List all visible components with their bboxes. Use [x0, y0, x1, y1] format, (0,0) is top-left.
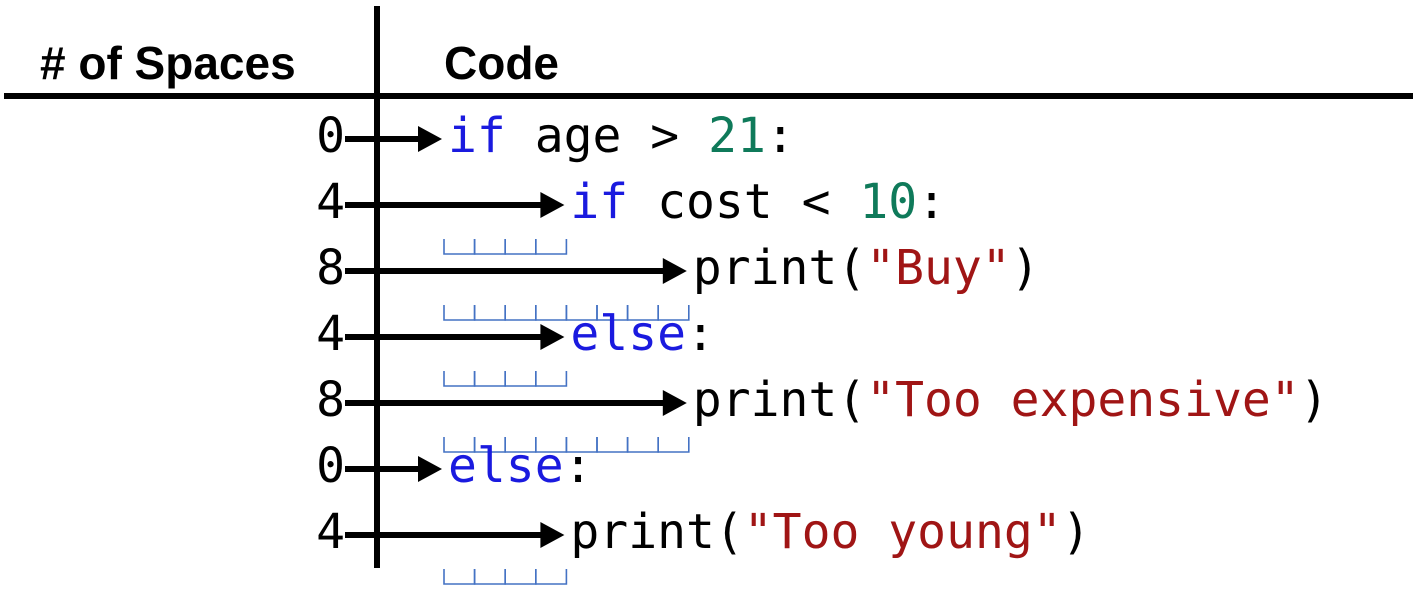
code-line: else: [570, 306, 715, 362]
space-marker [443, 305, 476, 321]
code-token-plain: : [564, 438, 593, 494]
code-line: if age > 21: [448, 108, 795, 164]
code-line: else: [448, 438, 593, 494]
space-marker [535, 239, 568, 255]
code-token-plain: : [686, 306, 715, 362]
space-marker [473, 569, 506, 585]
spaces-column-header: # of Spaces [40, 37, 296, 89]
space-marker [596, 437, 629, 453]
space-marker [535, 371, 568, 387]
space-marker [443, 371, 476, 387]
space-marker [473, 239, 506, 255]
space-marker [473, 305, 506, 321]
indent-arrow-head [540, 192, 565, 218]
indent-arrow-head [662, 390, 687, 416]
code-token-plain: cost < [628, 174, 859, 230]
space-count-label: 4 [316, 174, 345, 230]
space-marker [626, 437, 659, 453]
space-marker [535, 305, 568, 321]
space-marker [473, 371, 506, 387]
indent-arrow-head [662, 258, 687, 284]
code-row: 0 if age > 21: [316, 108, 795, 164]
code-line: print("Buy") [693, 240, 1040, 296]
space-marker [504, 239, 537, 255]
code-token-keyword: if [448, 108, 506, 164]
space-marker [504, 305, 537, 321]
space-count-label: 4 [316, 306, 345, 362]
indent-arrow-head [418, 456, 442, 482]
space-count-label: 4 [316, 504, 345, 560]
space-marker [443, 239, 476, 255]
code-token-plain: age > [506, 108, 708, 164]
code-token-plain: : [766, 108, 795, 164]
code-token-plain: ) [1011, 240, 1040, 296]
code-token-number: 10 [859, 174, 917, 230]
indent-arrow-head [540, 522, 565, 548]
code-token-keyword: if [570, 174, 628, 230]
code-token-string: "Too young" [744, 504, 1062, 560]
code-token-plain: print( [693, 372, 866, 428]
code-token-string: "Too expensive" [866, 372, 1299, 428]
indent-arrow-head [418, 126, 442, 152]
code-row: 0 else: [316, 438, 592, 494]
code-token-plain: : [917, 174, 946, 230]
code-token-plain: print( [570, 504, 743, 560]
space-marker [504, 371, 537, 387]
code-line: print("Too expensive") [693, 372, 1329, 428]
space-marker [443, 569, 476, 585]
code-token-plain: print( [693, 240, 866, 296]
code-token-plain: ) [1062, 504, 1091, 560]
space-count-label: 8 [316, 372, 345, 428]
space-marker [504, 569, 537, 585]
space-count-label: 8 [316, 240, 345, 296]
code-rows: 0 if age > 21:4 if cost < 10:8 print("Buy")… [316, 108, 1329, 585]
indentation-diagram: # of Spaces Code 0 if age > 21: 4 if cost <… [4, 6, 1413, 585]
space-count-label: 0 [316, 438, 345, 494]
code-row: 4 print("Too young") [316, 504, 1091, 585]
code-token-keyword: else [448, 438, 564, 494]
code-token-plain: ) [1300, 372, 1329, 428]
code-line: print("Too young") [570, 504, 1090, 560]
space-marker [657, 437, 690, 453]
code-line: if cost < 10: [570, 174, 946, 230]
indent-arrow-head [540, 324, 565, 350]
code-token-number: 21 [708, 108, 766, 164]
code-token-string: "Buy" [866, 240, 1011, 296]
code-token-keyword: else [570, 306, 686, 362]
space-marker [535, 569, 568, 585]
space-count-label: 0 [316, 108, 345, 164]
code-column-header: Code [444, 37, 559, 89]
